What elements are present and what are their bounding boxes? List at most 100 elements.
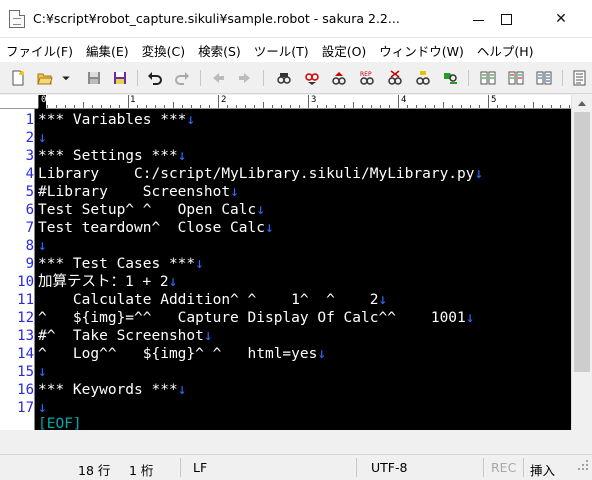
code-line: *** Test Cases ***↓ <box>38 255 204 273</box>
new-file-icon[interactable] <box>9 69 27 87</box>
ruler-label: 1 <box>130 95 136 105</box>
newline-mark: ↓ <box>256 202 265 218</box>
save-all-icon[interactable] <box>111 69 129 87</box>
ruler-tick <box>461 105 462 108</box>
scroll-up-icon[interactable] <box>572 95 592 112</box>
ruler: 0 1 2 3 4 5 <box>0 95 571 109</box>
app-icon <box>9 10 25 28</box>
maximize-button[interactable] <box>483 0 529 38</box>
editor-area[interactable]: 0 1 2 3 4 5 1 2 3 4 5 6 7 8 9 10 11 12 1… <box>0 95 571 430</box>
ruler-tick <box>479 105 480 108</box>
outline-icon[interactable] <box>507 69 525 87</box>
save-icon[interactable] <box>85 69 103 87</box>
newline-mark: ↓ <box>177 382 187 398</box>
scroll-thumb[interactable] <box>574 112 590 372</box>
ruler-tick <box>236 105 237 108</box>
menu-convert[interactable]: 変換(C) <box>142 41 185 60</box>
code-line: Test Setup^ ^ Open Calc↓ <box>38 201 265 219</box>
ruler-label: 3 <box>311 95 317 105</box>
ruler-tick <box>38 95 39 108</box>
code-text: *** Test Cases *** <box>38 256 196 272</box>
grep-icon[interactable] <box>414 69 432 87</box>
ruler-tick <box>218 95 219 108</box>
status-line: 18 行 <box>78 463 111 478</box>
split-icon[interactable] <box>535 69 553 87</box>
code-line: *** Variables ***↓ <box>38 111 195 129</box>
ruler-label: 2 <box>221 95 227 105</box>
ruler-tick <box>74 105 75 108</box>
search-next-icon[interactable] <box>330 69 348 87</box>
newline-mark: ↓ <box>230 184 239 200</box>
ruler-label: 4 <box>401 95 407 105</box>
code-text: Test Setup^ ^ Open Calc <box>38 202 257 218</box>
code-text: *** Settings *** <box>38 148 178 164</box>
settings-icon[interactable] <box>571 69 589 87</box>
newline-mark: ↓ <box>177 148 187 164</box>
open-folder-icon[interactable] <box>36 69 54 87</box>
jump-prev-icon[interactable] <box>209 69 227 87</box>
ruler-tick <box>425 105 426 108</box>
newline-mark: ↓ <box>168 274 178 290</box>
code-line: ^ Log^^ ${img}^ ^ html=yes↓ <box>38 345 326 363</box>
ruler-tick <box>398 95 399 108</box>
jump-next-icon[interactable] <box>236 69 254 87</box>
replace-icon[interactable]: REP <box>358 69 376 87</box>
compare-icon[interactable] <box>479 69 497 87</box>
ruler-tick <box>569 105 570 108</box>
code-text: Library C:/script/MyLibrary.sikuli/MyLib… <box>38 166 475 182</box>
ruler-tick <box>83 102 84 108</box>
menu-settings[interactable]: 設定(O) <box>322 41 367 60</box>
code-line: *** Settings ***↓ <box>38 147 186 165</box>
close-button[interactable]: ✕ <box>538 0 584 38</box>
redo-icon[interactable] <box>173 69 191 87</box>
menu-help[interactable]: ヘルプ(H) <box>477 41 534 60</box>
newline-mark: ↓ <box>378 292 388 308</box>
search-icon[interactable] <box>275 69 293 87</box>
ruler-tick <box>56 105 57 108</box>
ruler-tick <box>209 105 210 108</box>
window-title: C:¥script¥robot_capture.sikuli¥sample.ro… <box>33 11 400 26</box>
menu-file[interactable]: ファイル(F) <box>6 41 73 60</box>
ruler-tick <box>317 105 318 108</box>
ruler-tick <box>272 105 273 108</box>
ruler-tick <box>506 105 507 108</box>
menu-search[interactable]: 検索(S) <box>198 41 241 60</box>
ruler-tick <box>101 105 102 108</box>
ruler-tick <box>182 105 183 108</box>
line-number: 10 <box>17 274 34 290</box>
code-text: #Library Screenshot <box>38 184 231 200</box>
line-number: 12 <box>17 310 34 326</box>
line-number: 13 <box>17 328 34 344</box>
status-separator <box>180 458 181 477</box>
resize-grip-icon[interactable] <box>576 458 590 472</box>
newline-mark: ↓ <box>465 310 475 326</box>
dropdown-icon[interactable] <box>60 69 72 87</box>
menu-window[interactable]: ウィンドウ(W) <box>379 41 464 60</box>
ruler-tick <box>434 105 435 108</box>
ruler-tick <box>137 105 138 108</box>
line-number: 17 <box>17 400 34 416</box>
ruler-tick <box>407 105 408 108</box>
ruler-tick <box>551 105 552 108</box>
menu-edit[interactable]: 編集(E) <box>86 41 129 60</box>
vertical-scrollbar[interactable] <box>571 95 592 430</box>
line-number: 7 <box>25 220 34 236</box>
search-prev-icon[interactable] <box>303 69 321 87</box>
bookmark-icon[interactable] <box>441 69 459 87</box>
code-text: Test teardown^ Close Calc <box>38 220 265 236</box>
ruler-tick <box>227 105 228 108</box>
code-line: ↓ <box>38 363 47 381</box>
line-number: 9 <box>25 256 34 272</box>
newline-mark: ↓ <box>195 256 204 272</box>
ruler-tick <box>389 105 390 108</box>
ruler-tick <box>146 105 147 108</box>
line-number: 15 <box>17 364 34 380</box>
menu-tools[interactable]: ツール(T) <box>254 41 309 60</box>
undo-icon[interactable] <box>146 69 164 87</box>
newline-mark: ↓ <box>264 220 274 236</box>
clear-search-icon[interactable] <box>386 69 404 87</box>
newline-mark: ↓ <box>38 238 47 254</box>
code-text: 加算テスト：1 + 2 <box>38 274 169 290</box>
line-number: 6 <box>25 202 34 218</box>
ruler-tick <box>497 105 498 108</box>
